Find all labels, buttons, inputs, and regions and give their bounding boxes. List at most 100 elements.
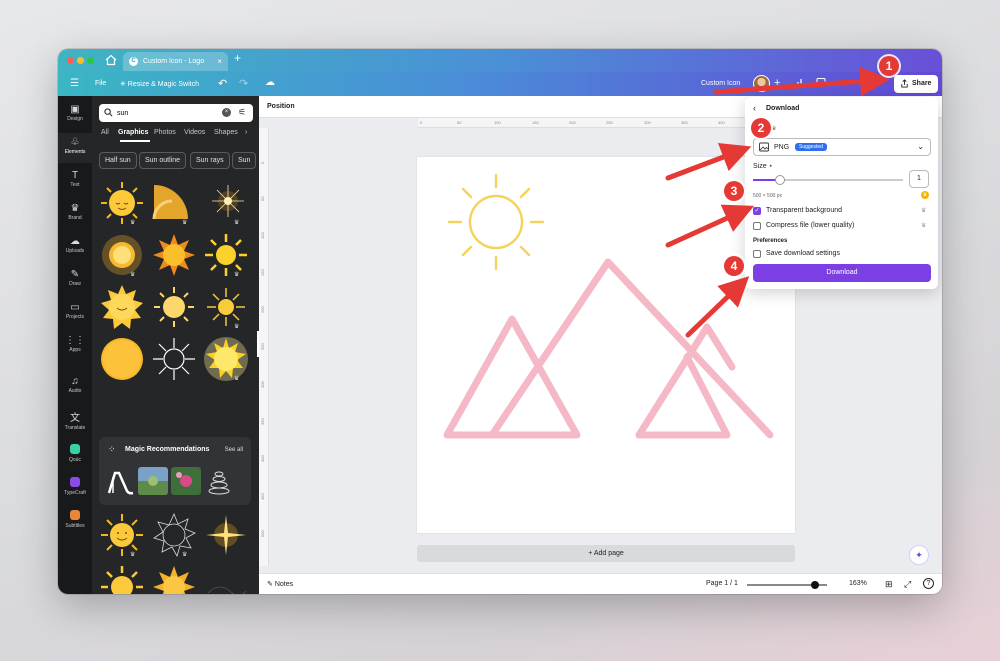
logo-artwork (443, 173, 774, 439)
rail-item-apps[interactable]: ⋮⋮ Apps (58, 335, 92, 361)
typecraft-app-icon (70, 477, 80, 487)
rail-item-subtitles[interactable]: Subtitles (58, 510, 92, 536)
design-page[interactable] (417, 157, 795, 533)
menu-icon[interactable]: ☰ (70, 78, 79, 89)
pro-crown-icon: ♛ (921, 191, 929, 199)
file-type-select[interactable]: PNG Suggested ⌄ (753, 138, 931, 156)
title-bar: C Custom Icon - Logo × + (58, 49, 942, 72)
page-count[interactable]: Page 1 / 1 (706, 580, 738, 587)
rail-item-qoac[interactable]: Qoúc (58, 444, 92, 470)
file-menu[interactable]: File (95, 80, 106, 87)
size-slider[interactable] (753, 175, 903, 185)
minimize-window-button[interactable] (77, 57, 84, 64)
save-settings-checkbox[interactable] (753, 250, 761, 258)
avatar[interactable] (753, 75, 770, 92)
tab-close-icon[interactable]: × (217, 52, 222, 71)
rail-item-typecraft[interactable]: TypeCraft (58, 477, 92, 503)
maximize-window-button[interactable] (87, 57, 94, 64)
compress-file-checkbox[interactable] (753, 222, 761, 230)
tab-title: Custom Icon - Logo (143, 58, 205, 65)
pro-crown-icon: ♛ (921, 223, 927, 229)
tab-videos[interactable]: Videos (184, 129, 205, 136)
resize-magic-switch-button[interactable]: ✳ Resize & Magic Switch (120, 80, 199, 88)
tab-all[interactable]: All (101, 129, 109, 136)
step-4-badge: 4 (724, 256, 744, 276)
sparkle-icon: ⁘ (108, 444, 116, 454)
rail-item-brand[interactable]: ♛ Brand (58, 203, 92, 229)
app-window: C Custom Icon - Logo × + ☰ File ✳ Resize… (58, 49, 942, 594)
redo-icon[interactable]: ↷ (239, 77, 248, 90)
share-icon (901, 79, 908, 88)
position-button[interactable]: Position (267, 103, 295, 110)
insights-icon[interactable] (796, 77, 806, 87)
filter-icon[interactable]: ⚟ (238, 107, 246, 118)
tab-photos[interactable]: Photos (154, 129, 176, 136)
close-window-button[interactable] (67, 57, 74, 64)
size-input[interactable]: 1 (909, 170, 929, 188)
dimensions-text: 500 × 500 px (753, 193, 783, 199)
qoac-app-icon (70, 444, 80, 454)
search-icon (104, 108, 113, 117)
cloud-save-icon[interactable]: ☁ (265, 77, 275, 88)
chip-half-sun[interactable]: Half sun (99, 152, 137, 169)
new-tab-button[interactable]: + (234, 51, 241, 65)
chip-sun-rays[interactable]: Sun rays (190, 152, 230, 169)
text-icon: T (71, 170, 79, 181)
projects-icon: ▭ (70, 302, 80, 313)
audio-icon: ♫ (71, 376, 79, 387)
uploads-icon: ☁ (70, 236, 80, 247)
undo-icon[interactable]: ↶ (218, 77, 227, 90)
share-button[interactable]: Share (894, 75, 938, 93)
rail-item-translate[interactable]: 文 Translate (58, 409, 92, 435)
design-icon: ▣ (70, 104, 80, 115)
browser-tab[interactable]: C Custom Icon - Logo × (123, 52, 228, 71)
elements-panel: × ⚟ All Graphics Photos Videos Shapes › … (92, 96, 259, 594)
add-page-button[interactable]: + Add page (417, 545, 795, 562)
fullscreen-icon[interactable]: ⤢ (904, 579, 911, 590)
back-icon[interactable]: ‹ (753, 103, 756, 113)
size-slider-handle[interactable] (775, 175, 785, 185)
left-rail: ▣ Design ♧ Elements T Text ♛ Brand ☁ Uploads … (58, 96, 92, 594)
zoom-slider[interactable] (747, 581, 827, 589)
transparent-background-checkbox[interactable]: ✓ (753, 207, 761, 215)
magic-assistant-icon[interactable]: ✦ (909, 545, 929, 565)
document-title[interactable]: Custom Icon (701, 80, 740, 87)
tab-graphics[interactable]: Graphics (118, 129, 148, 136)
search-input[interactable] (117, 104, 217, 122)
home-icon[interactable] (105, 54, 117, 66)
rail-item-audio[interactable]: ♫ Audio (58, 376, 92, 402)
rail-item-uploads[interactable]: ☁ Uploads (58, 236, 92, 262)
step-1-badge: 1 (879, 56, 899, 76)
clear-search-icon[interactable]: × (222, 108, 231, 117)
comment-icon[interactable] (816, 77, 826, 87)
download-panel-title: Download (766, 105, 800, 112)
zoom-level[interactable]: 163% (849, 580, 867, 587)
save-settings-label[interactable]: Save download settings (766, 250, 840, 257)
canva-logo-icon: C (129, 57, 138, 66)
rail-item-text[interactable]: T Text (58, 170, 92, 196)
rail-item-projects[interactable]: ▭ Projects (58, 302, 92, 328)
tab-shapes[interactable]: Shapes (214, 129, 238, 136)
help-icon[interactable]: ? (923, 578, 934, 589)
tabs-next-icon[interactable]: › (245, 129, 247, 136)
elements-icon: ♧ (70, 137, 80, 148)
rail-item-draw[interactable]: ✎ Draw (58, 269, 92, 295)
download-panel: ‹ Download File type PNG Suggested ⌄ Siz… (745, 97, 938, 289)
zoom-slider-handle[interactable] (811, 581, 819, 589)
grid-view-icon[interactable]: ⊞ (885, 579, 893, 590)
search-box[interactable]: × ⚟ (99, 104, 253, 122)
mountains-graphic (443, 258, 774, 439)
chip-sun-outline[interactable]: Sun outline (139, 152, 187, 169)
rail-item-elements[interactable]: ♧ Elements (58, 133, 92, 163)
compress-file-label[interactable]: Compress file (lower quality) (766, 222, 854, 229)
share-label: Share (912, 80, 932, 87)
download-button[interactable]: Download (753, 264, 931, 282)
invite-plus-icon[interactable]: + (774, 77, 780, 89)
image-icon (759, 142, 769, 152)
notes-button[interactable]: ✎ Notes (267, 580, 293, 588)
pro-crown-icon: ♛ (921, 208, 927, 214)
rail-item-design[interactable]: ▣ Design (58, 102, 92, 128)
chip-sun[interactable]: Sun (232, 152, 257, 169)
step-3-badge: 3 (724, 181, 744, 201)
transparent-background-label[interactable]: Transparent background (766, 207, 842, 214)
